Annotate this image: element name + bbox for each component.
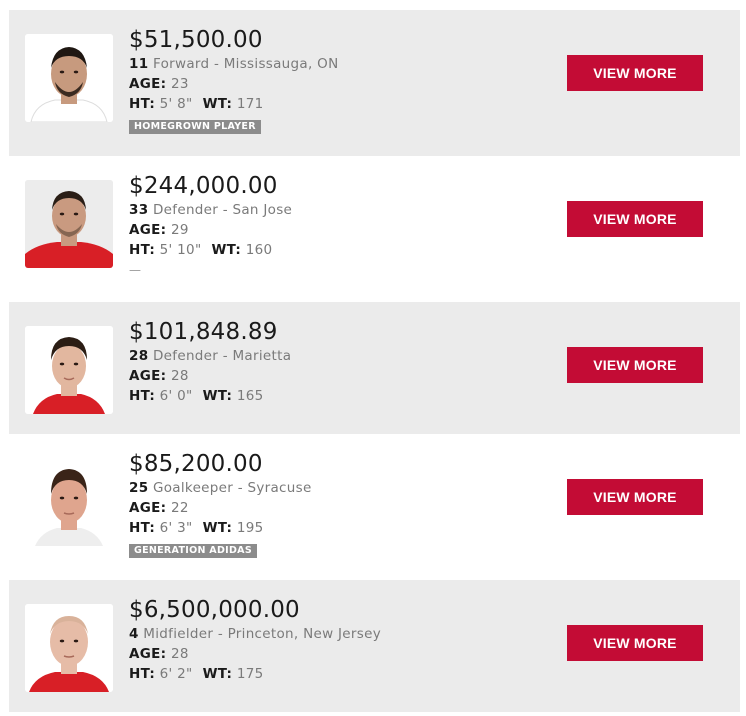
position-hometown: Defender - Marietta — [148, 348, 292, 364]
player-measurements: HT: 5' 10" WT: 160 — [129, 240, 292, 260]
player-headshot-image — [25, 458, 113, 546]
weight-label: WT: — [202, 666, 233, 682]
height-value: 6' 2" — [155, 666, 193, 682]
height-value: 6' 0" — [155, 388, 193, 404]
salary-amount: $6,500,000.00 — [129, 597, 300, 623]
weight-value: 165 — [232, 388, 264, 404]
age-value: 23 — [166, 76, 189, 92]
jersey-number: 4 — [129, 626, 139, 642]
age-value: 28 — [166, 646, 189, 662]
player-card: $101,848.89 28 Defender - Marietta AGE: … — [9, 302, 740, 434]
height-value: 6' 3" — [155, 520, 193, 536]
age-value: 22 — [166, 500, 189, 516]
player-number-position: 11 Forward - Mississauga, ON — [129, 54, 339, 74]
player-number-position: 28 Defender - Marietta — [129, 346, 291, 366]
jersey-number: 25 — [129, 480, 149, 496]
weight-value: 195 — [232, 520, 264, 536]
age-label: AGE: — [129, 76, 167, 92]
player-measurements: HT: 6' 2" WT: 175 — [129, 664, 381, 684]
weight-value: 160 — [241, 242, 273, 258]
player-headshot[interactable] — [25, 326, 113, 414]
player-headshot-image — [25, 604, 113, 692]
status-badge: HOMEGROWN PLAYER — [129, 120, 261, 134]
view-more-button[interactable]: VIEW MORE — [567, 201, 703, 237]
player-list: $51,500.00 11 Forward - Mississauga, ON … — [0, 0, 746, 716]
position-hometown: Goalkeeper - Syracuse — [148, 480, 312, 496]
player-number-position: 33 Defender - San Jose — [129, 200, 292, 220]
age-label: AGE: — [129, 500, 167, 516]
view-more-button[interactable]: VIEW MORE — [567, 625, 703, 661]
view-more-button[interactable]: VIEW MORE — [567, 55, 703, 91]
position-hometown: Defender - San Jose — [148, 202, 293, 218]
height-value: 5' 8" — [155, 96, 193, 112]
weight-label: WT: — [202, 388, 233, 404]
jersey-number: 28 — [129, 348, 149, 364]
position-hometown: Forward - Mississauga, ON — [148, 56, 339, 72]
height-label: HT: — [129, 520, 156, 536]
view-more-button[interactable]: VIEW MORE — [567, 479, 703, 515]
player-age: AGE: 22 — [129, 498, 312, 518]
position-hometown: Midfielder - Princeton, New Jersey — [138, 626, 381, 642]
weight-label: WT: — [202, 520, 233, 536]
weight-value: 171 — [232, 96, 264, 112]
height-label: HT: — [129, 96, 156, 112]
weight-value: 175 — [232, 666, 264, 682]
player-headshot-image — [25, 180, 113, 268]
jersey-number: 11 — [129, 56, 149, 72]
view-more-button[interactable]: VIEW MORE — [567, 347, 703, 383]
age-label: AGE: — [129, 646, 167, 662]
salary-amount: $101,848.89 — [129, 319, 278, 345]
player-measurements: HT: 6' 3" WT: 195 — [129, 518, 312, 538]
player-headshot-image — [25, 34, 113, 122]
player-measurements: HT: 6' 0" WT: 165 — [129, 386, 291, 406]
player-card: $6,500,000.00 4 Midfielder - Princeton, … — [9, 580, 740, 712]
player-number-position: 4 Midfielder - Princeton, New Jersey — [129, 624, 381, 644]
age-value: 28 — [166, 368, 189, 384]
player-headshot[interactable] — [25, 180, 113, 268]
player-card: $51,500.00 11 Forward - Mississauga, ON … — [9, 10, 740, 156]
player-measurements: HT: 5' 8" WT: 171 — [129, 94, 339, 114]
age-value: 29 — [166, 222, 189, 238]
height-value: 5' 10" — [155, 242, 202, 258]
badge-placeholder: — — [129, 263, 141, 277]
weight-label: WT: — [211, 242, 242, 258]
player-card: $244,000.00 33 Defender - San Jose AGE: … — [9, 156, 740, 302]
salary-amount: $51,500.00 — [129, 27, 263, 53]
player-card: $85,200.00 25 Goalkeeper - Syracuse AGE:… — [9, 434, 740, 580]
salary-amount: $244,000.00 — [129, 173, 278, 199]
player-age: AGE: 29 — [129, 220, 292, 240]
height-label: HT: — [129, 242, 156, 258]
weight-label: WT: — [202, 96, 233, 112]
player-headshot-image — [25, 326, 113, 414]
player-headshot[interactable] — [25, 458, 113, 546]
player-age: AGE: 23 — [129, 74, 339, 94]
player-headshot[interactable] — [25, 604, 113, 692]
player-number-position: 25 Goalkeeper - Syracuse — [129, 478, 312, 498]
status-badge: GENERATION ADIDAS — [129, 544, 257, 558]
player-age: AGE: 28 — [129, 644, 381, 664]
jersey-number: 33 — [129, 202, 149, 218]
age-label: AGE: — [129, 368, 167, 384]
height-label: HT: — [129, 666, 156, 682]
player-age: AGE: 28 — [129, 366, 291, 386]
height-label: HT: — [129, 388, 156, 404]
salary-amount: $85,200.00 — [129, 451, 263, 477]
age-label: AGE: — [129, 222, 167, 238]
player-headshot[interactable] — [25, 34, 113, 122]
